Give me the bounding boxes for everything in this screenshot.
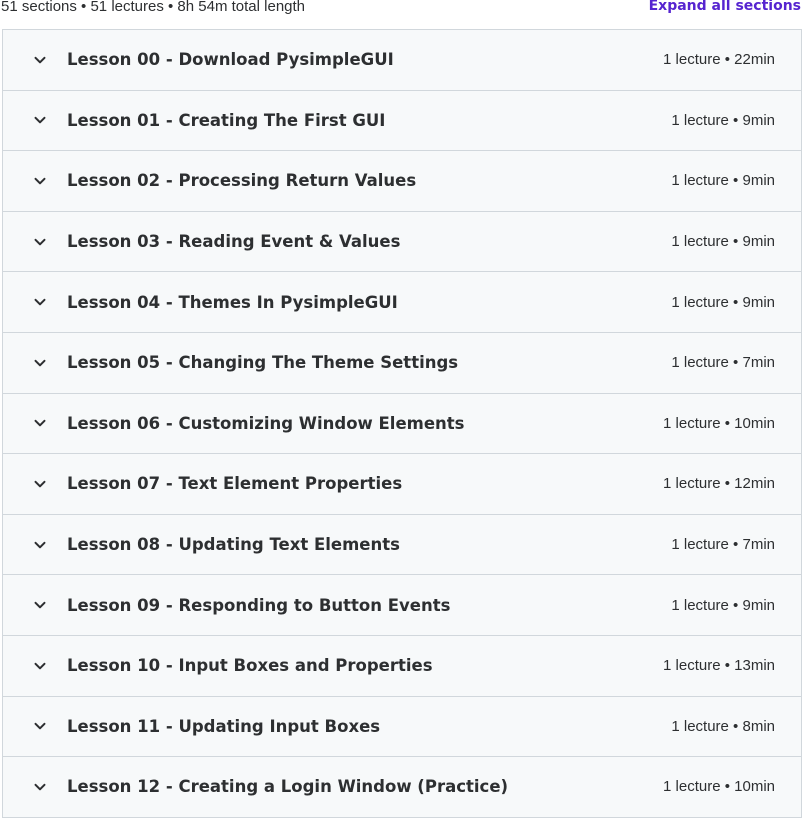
section-title: Lesson 05 - Changing The Theme Settings <box>67 353 459 373</box>
section-title: Lesson 01 - Creating The First GUI <box>67 110 386 130</box>
section-meta: 1 lecture • 7min <box>671 354 775 372</box>
section-row[interactable]: Lesson 12 - Creating a Login Window (Pra… <box>3 757 801 818</box>
chevron-down-icon[interactable] <box>33 53 47 67</box>
section-title: Lesson 12 - Creating a Login Window (Pra… <box>67 777 509 797</box>
chevron-down-icon[interactable] <box>33 235 47 249</box>
section-meta: 1 lecture • 9min <box>671 111 775 129</box>
section-row[interactable]: Lesson 11 - Updating Input Boxes 1 lectur… <box>3 696 801 758</box>
section-meta: 1 lecture • 9min <box>671 233 775 251</box>
section-row[interactable]: Lesson 04 - Themes In PysimpleGUI 1 lectu… <box>3 272 801 333</box>
section-row[interactable]: Lesson 02 - Processing Return Values 1 le… <box>3 151 801 212</box>
section-row[interactable]: Lesson 05 - Changing The Theme Settings 1… <box>3 332 801 394</box>
section-row[interactable]: Lesson 08 - Updating Text Elements 1 lect… <box>3 514 801 576</box>
section-meta: 1 lecture • 9min <box>671 293 775 311</box>
section-meta: 1 lecture • 22min <box>663 51 775 69</box>
section-meta: 1 lecture • 8min <box>671 717 775 735</box>
curriculum-header: 51 sections • 51 lectures • 8h 54m total… <box>0 0 803 18</box>
chevron-down-icon[interactable] <box>33 719 47 733</box>
section-row[interactable]: Lesson 00 - Download PysimpleGUI 1 lectur… <box>3 30 801 91</box>
section-meta: 1 lecture • 10min <box>663 778 775 796</box>
section-row[interactable]: Lesson 10 - Input Boxes and Properties 1 … <box>3 635 801 697</box>
section-list: Lesson 00 - Download PysimpleGUI 1 lectur… <box>2 29 802 818</box>
chevron-down-icon[interactable] <box>33 356 47 370</box>
chevron-down-icon[interactable] <box>33 538 47 552</box>
section-meta: 1 lecture • 12min <box>663 475 775 493</box>
chevron-down-icon[interactable] <box>33 295 47 309</box>
chevron-down-icon[interactable] <box>33 113 47 127</box>
chevron-down-icon[interactable] <box>33 416 47 430</box>
section-row[interactable]: Lesson 09 - Responding to Button Events 1… <box>3 575 801 636</box>
section-meta: 1 lecture • 7min <box>671 536 775 554</box>
chevron-down-icon[interactable] <box>33 598 47 612</box>
section-title: Lesson 00 - Download PysimpleGUI <box>67 50 394 70</box>
section-row[interactable]: Lesson 07 - Text Element Properties 1 lec… <box>3 454 801 515</box>
chevron-down-icon[interactable] <box>33 659 47 673</box>
section-title: Lesson 06 - Customizing Window Elements <box>67 413 465 433</box>
section-meta: 1 lecture • 9min <box>671 172 775 190</box>
chevron-down-icon[interactable] <box>33 477 47 491</box>
section-title: Lesson 10 - Input Boxes and Properties <box>67 656 433 676</box>
section-title: Lesson 07 - Text Element Properties <box>67 474 403 494</box>
section-title: Lesson 09 - Responding to Button Events <box>67 595 451 615</box>
section-meta: 1 lecture • 9min <box>671 596 775 614</box>
chevron-down-icon[interactable] <box>33 174 47 188</box>
section-title: Lesson 08 - Updating Text Elements <box>67 535 400 555</box>
section-title: Lesson 04 - Themes In PysimpleGUI <box>67 292 398 312</box>
section-meta: 1 lecture • 13min <box>663 657 775 675</box>
section-title: Lesson 11 - Updating Input Boxes <box>67 716 381 736</box>
section-row[interactable]: Lesson 06 - Customizing Window Elements 1… <box>3 393 801 455</box>
chevron-down-icon[interactable] <box>33 780 47 794</box>
section-row[interactable]: Lesson 01 - Creating The First GUI 1 lect… <box>3 90 801 152</box>
curriculum-summary: 51 sections • 51 lectures • 8h 54m total… <box>1 0 306 15</box>
section-meta: 1 lecture • 10min <box>663 414 775 432</box>
section-title: Lesson 02 - Processing Return Values <box>67 171 417 191</box>
section-row[interactable]: Lesson 03 - Reading Event & Values 1 lect… <box>3 211 801 273</box>
section-title: Lesson 03 - Reading Event & Values <box>67 232 401 252</box>
expand-all-sections-button[interactable]: Expand all sections <box>649 0 803 14</box>
